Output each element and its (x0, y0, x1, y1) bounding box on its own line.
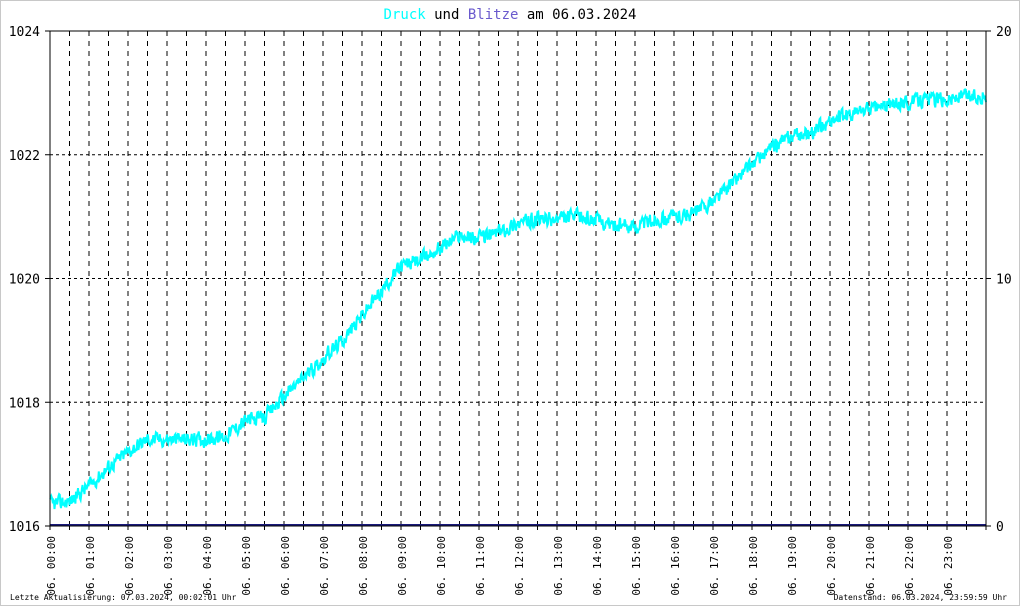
data-status-text: Datenstand: 06.03.2024, 23:59:59 Uhr (833, 593, 1007, 602)
x-tick-label: 06. 16:00 (669, 536, 682, 596)
pressure-lightning-chart: Druck und Blitze am 06.03.2024 1016 1018 1… (9, 7, 1012, 596)
x-tick-label: 06. 07:00 (318, 536, 331, 596)
x-tick-label: 06. 10:00 (435, 536, 448, 596)
title-und: und (426, 7, 468, 23)
title-date: am 06.03.2024 (518, 7, 636, 23)
x-tick-label: 06. 17:00 (708, 536, 721, 596)
y-left-tick-label: 1020 (9, 273, 40, 288)
title-druck: Druck (384, 7, 427, 23)
x-tick-label: 06. 05:00 (240, 536, 253, 596)
y-right-tick-label: 10 (996, 273, 1012, 288)
x-tick-label: 06. 21:00 (864, 536, 877, 596)
x-tick-label: 06. 23:00 (942, 536, 955, 596)
x-tick-label: 06. 08:00 (357, 536, 370, 596)
last-update-text: Letzte Aktualisierung: 07.03.2024, 00:02… (10, 593, 237, 602)
x-tick-label: 06. 15:00 (630, 536, 643, 596)
x-tick-label: 06. 03:00 (162, 536, 175, 596)
chart-title: Druck und Blitze am 06.03.2024 (384, 7, 637, 23)
x-tick-label: 06. 22:00 (903, 536, 916, 596)
x-tick-label: 06. 09:00 (396, 536, 409, 596)
x-tick-label: 06. 02:00 (123, 536, 136, 596)
y-left-tick-label: 1018 (9, 396, 40, 411)
y-right-tick-label: 0 (996, 520, 1004, 535)
y-left-tick-label: 1016 (9, 520, 40, 535)
x-tick-label: 06. 04:00 (201, 536, 214, 596)
x-tick-label: 06. 06:00 (279, 536, 292, 596)
x-tick-label: 06. 12:00 (513, 536, 526, 596)
x-tick-label: 06. 13:00 (552, 536, 565, 596)
y-left-tick-label: 1022 (9, 149, 40, 164)
x-tick-label: 06. 14:00 (591, 536, 604, 596)
x-tick-label: 06. 19:00 (786, 536, 799, 596)
chart-frame: Druck und Blitze am 06.03.2024 1016 1018 1… (0, 0, 1020, 606)
x-tick-label: 06. 00:00 (45, 536, 58, 596)
x-tick-label: 06. 18:00 (747, 536, 760, 596)
y-right-tick-label: 20 (996, 25, 1012, 40)
x-tick-label: 06. 01:00 (84, 536, 97, 596)
x-tick-label: 06. 11:00 (474, 536, 487, 596)
x-tick-label: 06. 20:00 (825, 536, 838, 596)
grid (50, 31, 986, 526)
title-blitze: Blitze (468, 7, 519, 23)
y-left-tick-label: 1024 (9, 25, 40, 40)
